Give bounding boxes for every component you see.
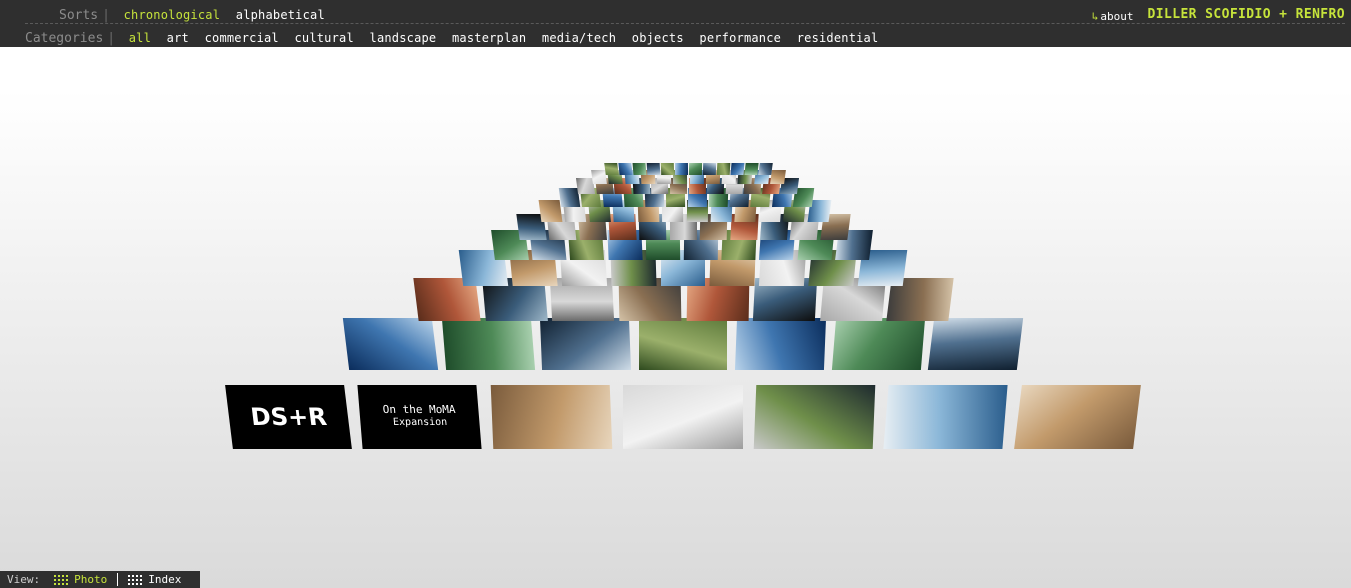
project-thumbnail[interactable] — [646, 163, 661, 175]
category-landscape[interactable]: landscape — [370, 31, 437, 45]
category-objects[interactable]: objects — [632, 31, 684, 45]
index-grid-icon — [128, 574, 143, 585]
project-thumbnail[interactable] — [660, 163, 675, 175]
project-thumbnail[interactable] — [928, 318, 1024, 370]
project-thumbnail[interactable] — [716, 163, 731, 175]
category-masterplan[interactable]: masterplan — [452, 31, 526, 45]
category-all[interactable]: all — [129, 31, 151, 45]
project-thumbnail[interactable] — [831, 318, 925, 370]
category-media-tech[interactable]: media/tech — [542, 31, 616, 45]
photo-view-button[interactable]: Photo — [54, 573, 107, 586]
divider: | — [102, 8, 110, 23]
view-toggle-bar: View: Photo Index — [0, 571, 200, 588]
moma-expansion-tile[interactable]: On the MoMA Expansion — [357, 385, 483, 449]
photo-wall: DS+R On the MoMA Expansion — [0, 47, 1351, 588]
category-controls: Categories | all art commercial cultural … — [25, 27, 884, 46]
about-link[interactable]: ↳ about — [1092, 5, 1134, 24]
divider — [117, 573, 119, 586]
sort-alphabetical[interactable]: alphabetical — [236, 8, 325, 22]
about-label: about — [1100, 10, 1134, 23]
project-thumbnail[interactable] — [1013, 385, 1141, 449]
project-thumbnail[interactable] — [758, 163, 773, 175]
header-right: ↳ about DILLER SCOFIDIO + RENFRO — [1092, 5, 1345, 24]
dsr-logo-tile[interactable]: DS+R — [225, 385, 353, 449]
category-art[interactable]: art — [167, 31, 189, 45]
project-thumbnail[interactable] — [883, 385, 1009, 449]
project-thumbnail[interactable] — [632, 163, 647, 175]
project-thumbnail[interactable] — [441, 318, 535, 370]
categories-label: Categories — [25, 31, 104, 46]
moma-title-line2: Expansion — [393, 417, 449, 428]
project-thumbnail[interactable] — [540, 318, 631, 370]
top-navigation-bar: Sorts | chronological alphabetical ↳ about… — [0, 0, 1351, 47]
category-cultural[interactable]: cultural — [294, 31, 353, 45]
return-arrow-icon: ↳ — [1091, 10, 1099, 23]
category-residential[interactable]: residential — [797, 31, 879, 45]
sorts-label: Sorts — [59, 8, 99, 23]
project-thumbnail[interactable] — [730, 163, 745, 175]
project-thumbnail[interactable] — [623, 385, 743, 449]
project-thumbnail[interactable] — [688, 163, 703, 175]
photo-grid-icon — [54, 574, 69, 585]
project-thumbnail[interactable] — [490, 385, 613, 449]
project-thumbnail[interactable] — [604, 163, 619, 175]
category-commercial[interactable]: commercial — [205, 31, 279, 45]
index-view-label: Index — [148, 573, 182, 586]
index-view-button[interactable]: Index — [128, 573, 181, 586]
project-thumbnail[interactable] — [342, 318, 438, 370]
category-performance[interactable]: performance — [699, 31, 781, 45]
divider: | — [107, 31, 116, 46]
brand-logo-text[interactable]: DILLER SCOFIDIO + RENFRO — [1148, 7, 1345, 22]
view-label: View: — [7, 573, 41, 586]
project-thumbnail[interactable] — [702, 163, 717, 175]
project-thumbnail[interactable] — [538, 200, 563, 222]
sort-row: Sorts | chronological alphabetical ↳ about… — [25, 0, 1345, 24]
photo-view-label: Photo — [74, 573, 108, 586]
project-thumbnail[interactable] — [753, 385, 876, 449]
project-tiles: DS+R On the MoMA Expansion — [0, 47, 1351, 588]
sort-controls: Sorts | chronological alphabetical — [59, 4, 331, 23]
project-thumbnail[interactable] — [618, 163, 633, 175]
moma-title-line1: On the MoMA — [382, 403, 457, 416]
project-thumbnail[interactable] — [638, 318, 728, 370]
project-thumbnail[interactable] — [735, 318, 826, 370]
project-thumbnail[interactable] — [769, 170, 786, 184]
project-thumbnail[interactable] — [674, 163, 689, 175]
category-row: Categories | all art commercial cultural … — [25, 24, 1345, 47]
project-thumbnail[interactable] — [744, 163, 759, 175]
sort-chronological[interactable]: chronological — [124, 8, 221, 22]
dsr-logo-text: DS+R — [249, 403, 329, 431]
